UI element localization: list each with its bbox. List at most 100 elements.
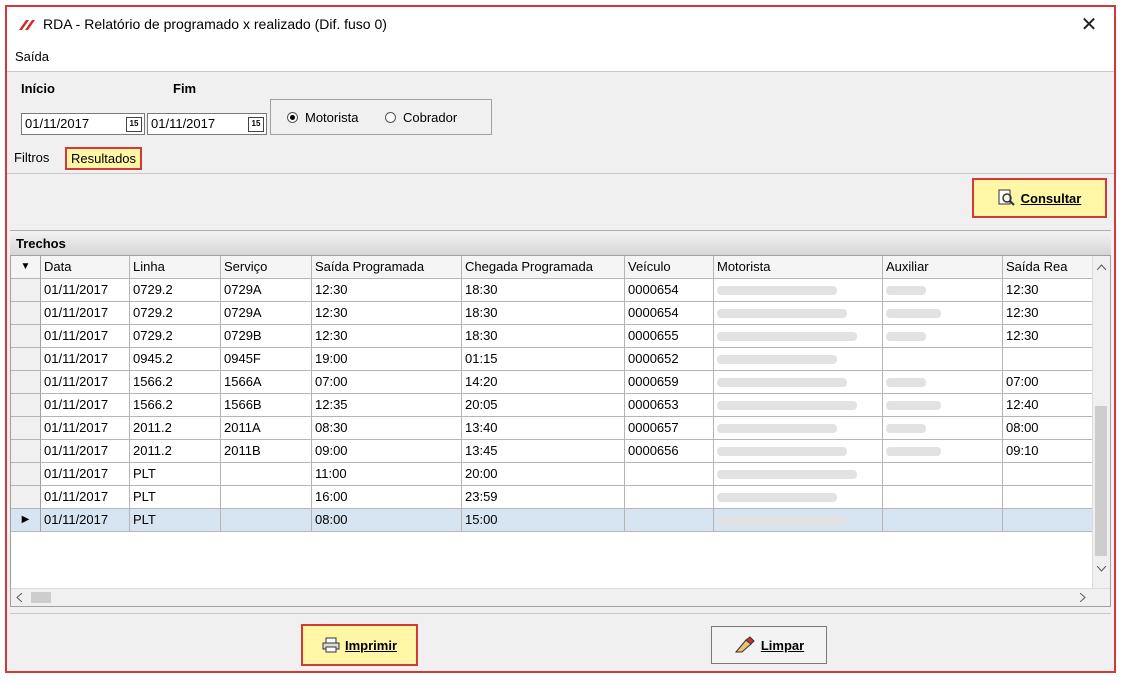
cell-saida_real: 09:10 bbox=[1003, 440, 1095, 463]
cell-veiculo: 0000654 bbox=[625, 302, 714, 325]
redacted-name bbox=[717, 378, 847, 388]
sort-arrow-icon[interactable]: ▼ bbox=[11, 256, 41, 279]
cell-saida_prog: 08:30 bbox=[312, 417, 462, 440]
table-row[interactable]: 01/11/2017 PLT 16:00 23:59 bbox=[11, 486, 1095, 509]
table-row[interactable]: 01/11/2017 0729.2 0729B 12:30 18:30 0000655 12… bbox=[11, 325, 1095, 348]
row-selector[interactable] bbox=[11, 486, 41, 509]
radio-motorista[interactable]: Motorista bbox=[287, 110, 358, 125]
cell-auxiliar bbox=[883, 279, 1003, 302]
window-title: RDA - Relatório de programado x realizad… bbox=[43, 16, 387, 32]
cell-veiculo: 0000655 bbox=[625, 325, 714, 348]
scroll-down-icon[interactable] bbox=[1097, 566, 1106, 572]
cell-motorista bbox=[714, 394, 883, 417]
row-selector[interactable] bbox=[11, 394, 41, 417]
menu-item-saida[interactable]: Saída bbox=[15, 49, 49, 64]
row-selector[interactable] bbox=[11, 302, 41, 325]
cell-servico: 0729A bbox=[221, 302, 312, 325]
tab-filtros[interactable]: Filtros bbox=[14, 150, 49, 165]
row-selector[interactable] bbox=[11, 325, 41, 348]
cell-motorista bbox=[714, 325, 883, 348]
cell-chegada_prog: 23:59 bbox=[462, 486, 625, 509]
horizontal-scrollbar[interactable] bbox=[11, 588, 1110, 606]
col-header-data[interactable]: Data bbox=[41, 256, 130, 279]
cell-servico bbox=[221, 463, 312, 486]
cell-data: 01/11/2017 bbox=[41, 279, 130, 302]
row-pointer-icon[interactable]: ▶ bbox=[11, 509, 41, 532]
col-header-saida-programada[interactable]: Saída Programada bbox=[312, 256, 462, 279]
cell-auxiliar bbox=[883, 371, 1003, 394]
tab-resultados[interactable]: Resultados bbox=[65, 147, 143, 170]
cell-saida_real: 12:30 bbox=[1003, 302, 1095, 325]
cell-servico bbox=[221, 509, 312, 532]
table-row[interactable]: ▶ 01/11/2017 PLT 08:00 15:00 bbox=[11, 509, 1095, 532]
fim-date-value: 01/11/2017 bbox=[151, 116, 216, 131]
results-grid[interactable]: ▼ Data Linha Serviço Saída Programada Ch… bbox=[10, 255, 1111, 607]
row-selector[interactable] bbox=[11, 440, 41, 463]
col-header-veiculo[interactable]: Veículo bbox=[625, 256, 714, 279]
consultar-button[interactable]: Consultar bbox=[972, 178, 1107, 218]
cell-motorista bbox=[714, 463, 883, 486]
imprimir-button[interactable]: Imprimir bbox=[301, 624, 418, 666]
redacted-name bbox=[717, 470, 857, 480]
cell-saida_prog: 16:00 bbox=[312, 486, 462, 509]
cell-veiculo: 0000654 bbox=[625, 279, 714, 302]
cell-saida_real: 12:40 bbox=[1003, 394, 1095, 417]
limpar-button[interactable]: Limpar bbox=[711, 626, 827, 664]
redacted-name bbox=[717, 286, 837, 296]
cell-saida_prog: 12:30 bbox=[312, 325, 462, 348]
col-header-motorista[interactable]: Motorista bbox=[714, 256, 883, 279]
cell-servico bbox=[221, 486, 312, 509]
table-row[interactable]: 01/11/2017 1566.2 1566B 12:35 20:05 0000653 12… bbox=[11, 394, 1095, 417]
row-selector[interactable] bbox=[11, 463, 41, 486]
row-selector[interactable] bbox=[11, 348, 41, 371]
cell-veiculo bbox=[625, 509, 714, 532]
inicio-date-value: 01/11/2017 bbox=[25, 116, 90, 131]
table-row[interactable]: 01/11/2017 2011.2 2011A 08:30 13:40 0000657 08… bbox=[11, 417, 1095, 440]
col-header-chegada-programada[interactable]: Chegada Programada bbox=[462, 256, 625, 279]
inicio-date-field[interactable]: 01/11/2017 15 bbox=[21, 113, 145, 135]
cell-servico: 0729A bbox=[221, 279, 312, 302]
scroll-up-icon[interactable] bbox=[1097, 264, 1106, 270]
table-row[interactable]: 01/11/2017 0729.2 0729A 12:30 18:30 0000654 12… bbox=[11, 279, 1095, 302]
cell-motorista bbox=[714, 348, 883, 371]
close-icon[interactable]: ✕ bbox=[1074, 12, 1104, 38]
cell-linha: 0729.2 bbox=[130, 302, 221, 325]
cell-motorista bbox=[714, 440, 883, 463]
col-header-saida-real[interactable]: Saída Rea bbox=[1003, 256, 1095, 279]
row-selector[interactable] bbox=[11, 279, 41, 302]
cell-linha: 2011.2 bbox=[130, 417, 221, 440]
cell-saida_real bbox=[1003, 509, 1095, 532]
row-selector[interactable] bbox=[11, 371, 41, 394]
cell-chegada_prog: 13:45 bbox=[462, 440, 625, 463]
col-header-auxiliar[interactable]: Auxiliar bbox=[883, 256, 1003, 279]
col-header-linha[interactable]: Linha bbox=[130, 256, 221, 279]
horizontal-scroll-thumb[interactable] bbox=[31, 592, 51, 603]
cell-data: 01/11/2017 bbox=[41, 348, 130, 371]
cell-auxiliar bbox=[883, 486, 1003, 509]
cell-veiculo: 0000659 bbox=[625, 371, 714, 394]
table-row[interactable]: 01/11/2017 2011.2 2011B 09:00 13:45 0000656 09… bbox=[11, 440, 1095, 463]
radio-cobrador[interactable]: Cobrador bbox=[385, 110, 457, 125]
cell-linha: PLT bbox=[130, 463, 221, 486]
radio-motorista-label: Motorista bbox=[305, 110, 359, 125]
scroll-right-icon[interactable] bbox=[1080, 593, 1086, 602]
table-row[interactable]: 01/11/2017 PLT 11:00 20:00 bbox=[11, 463, 1095, 486]
row-selector[interactable] bbox=[11, 417, 41, 440]
toolbar: Consultar bbox=[7, 174, 1114, 229]
vertical-scroll-thumb[interactable] bbox=[1095, 406, 1107, 556]
redacted-name bbox=[717, 401, 857, 411]
fim-date-field[interactable]: 01/11/2017 15 bbox=[147, 113, 267, 135]
col-header-servico[interactable]: Serviço bbox=[221, 256, 312, 279]
vertical-scrollbar[interactable] bbox=[1092, 256, 1110, 596]
table-row[interactable]: 01/11/2017 0945.2 0945F 19:00 01:15 0000652 bbox=[11, 348, 1095, 371]
calendar-icon[interactable]: 15 bbox=[126, 117, 142, 132]
table-row[interactable]: 01/11/2017 0729.2 0729A 12:30 18:30 0000654 12… bbox=[11, 302, 1095, 325]
inicio-label: Início bbox=[21, 81, 55, 96]
redacted-name bbox=[886, 286, 926, 296]
scroll-left-icon[interactable] bbox=[16, 593, 22, 602]
cell-servico: 1566B bbox=[221, 394, 312, 417]
calendar-icon[interactable]: 15 bbox=[248, 117, 264, 132]
cell-motorista bbox=[714, 509, 883, 532]
cell-veiculo bbox=[625, 463, 714, 486]
table-row[interactable]: 01/11/2017 1566.2 1566A 07:00 14:20 0000659 07… bbox=[11, 371, 1095, 394]
